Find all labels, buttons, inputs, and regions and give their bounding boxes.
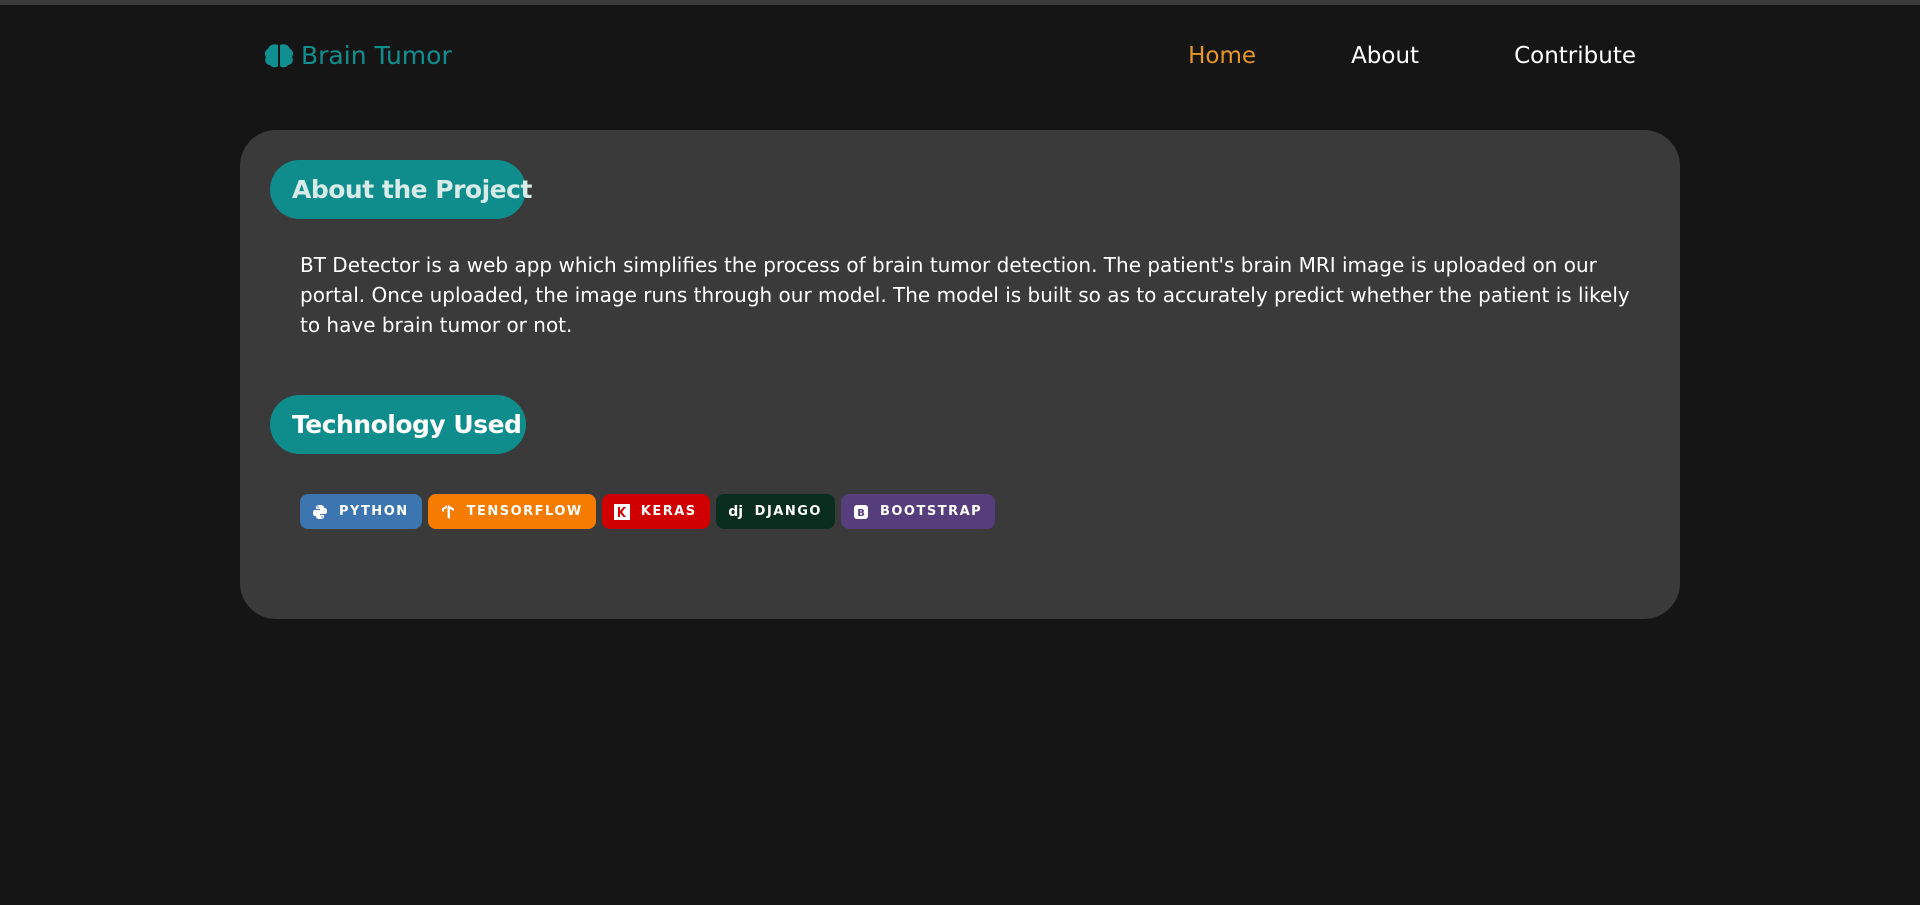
- badge-python-label: PYTHON: [339, 504, 409, 519]
- badge-bootstrap: B BOOTSTRAP: [840, 494, 996, 529]
- nav-about[interactable]: About: [1351, 43, 1419, 69]
- about-description: BT Detector is a web app which simplifie…: [300, 253, 1630, 337]
- brand-link[interactable]: Brain Tumor: [264, 41, 452, 70]
- technology-heading: Technology Used: [270, 395, 526, 454]
- technology-badges: PYTHON TENSORFLOW KERAS dj DJANGO B BOOT…: [300, 494, 996, 529]
- navbar: Brain Tumor Home About Contribute: [0, 5, 1920, 115]
- badge-keras-label: KERAS: [640, 504, 697, 519]
- about-card: About the Project BT Detector is a web a…: [240, 130, 1680, 619]
- badge-bootstrap-label: BOOTSTRAP: [879, 504, 983, 519]
- keras-icon: [613, 503, 631, 521]
- badge-keras: KERAS: [601, 494, 710, 529]
- bootstrap-icon: B: [852, 503, 870, 521]
- svg-text:B: B: [857, 508, 865, 519]
- badge-django-label: DJANGO: [754, 504, 822, 519]
- nav-contribute[interactable]: Contribute: [1514, 43, 1636, 69]
- python-icon: [311, 503, 329, 521]
- nav-home[interactable]: Home: [1188, 43, 1256, 69]
- badge-python: PYTHON: [300, 494, 422, 529]
- brand-name: Brain Tumor: [301, 41, 452, 70]
- badge-django: dj DJANGO: [715, 494, 835, 529]
- badge-tensorflow: TENSORFLOW: [427, 494, 596, 529]
- tensorflow-icon: [439, 503, 457, 521]
- badge-tensorflow-label: TENSORFLOW: [466, 504, 583, 519]
- about-heading: About the Project: [270, 160, 532, 219]
- nav-links: Home About Contribute: [1093, 43, 1636, 69]
- brain-icon: [264, 43, 294, 69]
- django-icon: dj: [728, 503, 744, 520]
